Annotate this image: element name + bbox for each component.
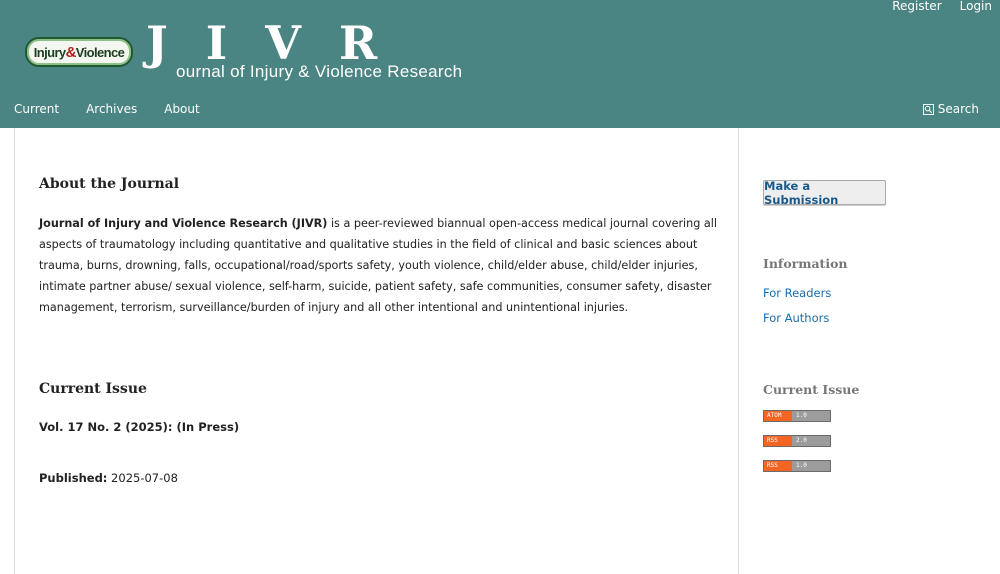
about-heading: About the Journal (39, 176, 180, 192)
information-heading: Information (763, 256, 848, 271)
site-header: Register Login Injury & Violence JIVR ou… (0, 0, 1000, 128)
primary-nav: Current Archives About (14, 102, 200, 116)
brand-initials: JIVR (146, 16, 416, 70)
about-body: is a peer-reviewed biannual open-access … (39, 217, 717, 314)
feed-type: RSS (764, 461, 792, 471)
journal-name: Journal of Injury and Violence Research … (39, 217, 328, 230)
issue-identification[interactable]: Vol. 17 No. 2 (2025): (In Press) (39, 420, 239, 434)
published-date: Published: 2025-07-08 (39, 471, 178, 485)
rss1-feed-badge[interactable]: RSS 1.0 (763, 460, 831, 472)
nav-about[interactable]: About (164, 102, 199, 116)
logo-word-injury: Injury (33, 44, 66, 60)
journal-brand[interactable]: JIVR ournal of Injury & Violence Researc… (146, 18, 486, 82)
rss2-feed-badge[interactable]: RSS 2.0 (763, 435, 831, 447)
feed-version: 2.0 (792, 436, 830, 446)
current-issue-heading: Current Issue (39, 381, 147, 397)
nav-current[interactable]: Current (14, 102, 59, 116)
brand-subtitle: ournal of Injury & Violence Research (176, 62, 463, 81)
published-label: Published: (39, 471, 108, 485)
sidebar-current-issue-heading: Current Issue (763, 382, 860, 397)
login-link[interactable]: Login (960, 0, 992, 14)
atom-feed-badge[interactable]: ATOM 1.0 (763, 410, 831, 422)
about-description: Journal of Injury and Violence Research … (39, 213, 719, 318)
logo-ampersand: & (65, 43, 77, 61)
published-value: 2025-07-08 (107, 471, 178, 485)
search-link[interactable]: Search (922, 102, 979, 116)
feed-type: RSS (764, 436, 792, 446)
feed-type: ATOM (764, 411, 792, 421)
logo-word-violence: Violence (75, 44, 125, 60)
register-link[interactable]: Register (892, 0, 941, 14)
for-readers-link[interactable]: For Readers (763, 286, 831, 300)
user-nav: Register Login (892, 0, 992, 14)
feed-version: 1.0 (792, 411, 830, 421)
search-icon (922, 103, 934, 115)
sidebar-divider (738, 128, 739, 574)
for-authors-link[interactable]: For Authors (763, 311, 829, 325)
content-left-border (14, 128, 15, 574)
search-label: Search (937, 102, 979, 116)
feed-version: 1.0 (792, 461, 830, 471)
nav-archives[interactable]: Archives (86, 102, 137, 116)
make-submission-button[interactable]: Make a Submission (763, 179, 886, 207)
injury-violence-logo[interactable]: Injury & Violence (25, 37, 133, 67)
